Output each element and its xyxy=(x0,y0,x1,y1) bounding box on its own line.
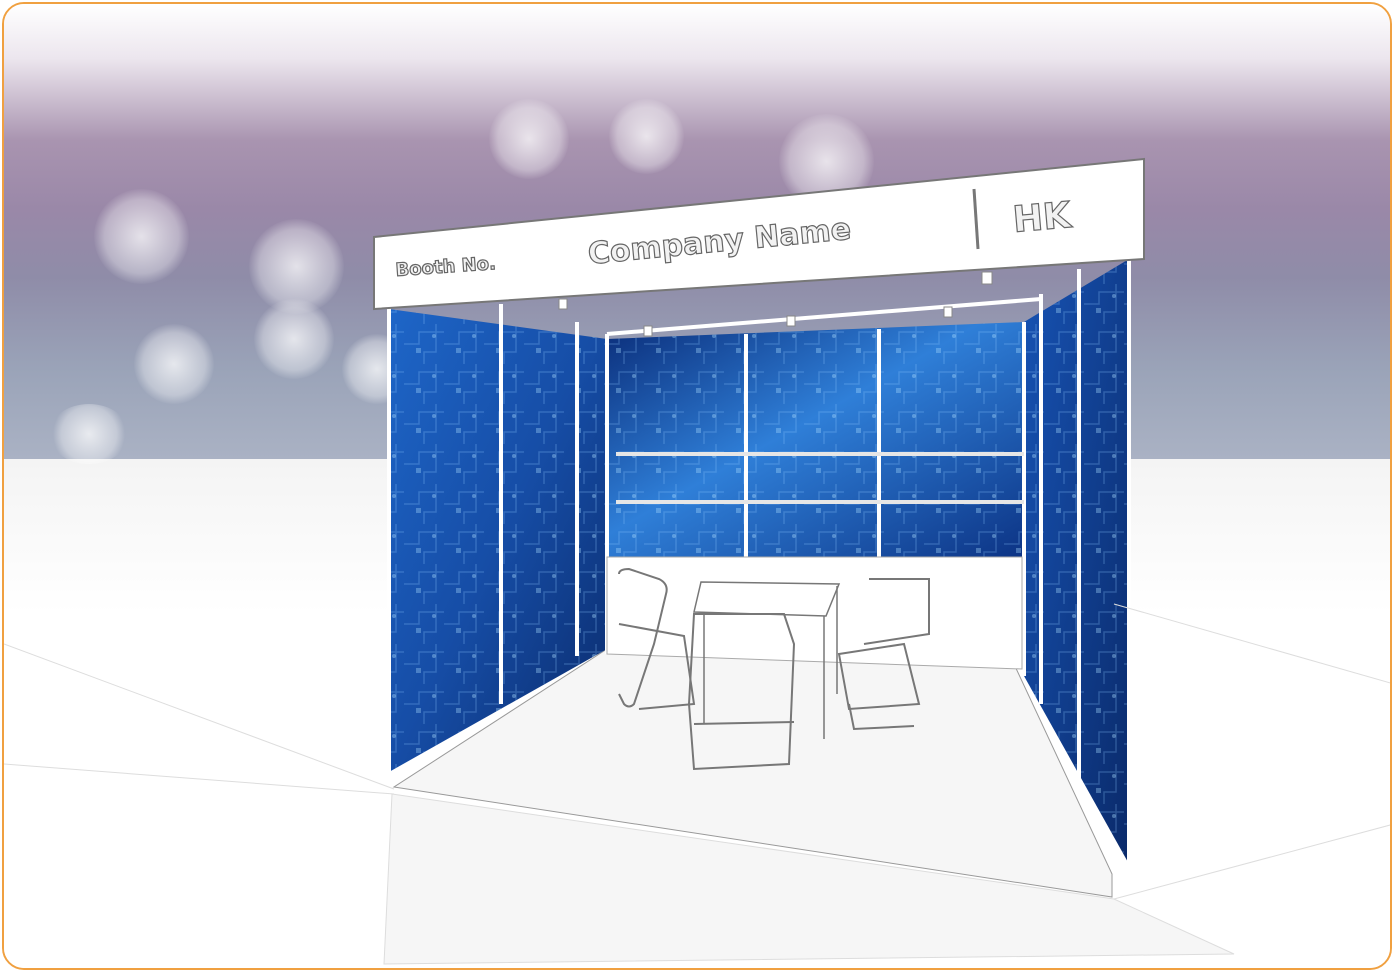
booth-illustration: Booth No. Company Name HK xyxy=(4,157,1390,965)
region-label: HK xyxy=(1011,195,1073,241)
image-frame: Booth No. Company Name HK xyxy=(2,2,1392,970)
